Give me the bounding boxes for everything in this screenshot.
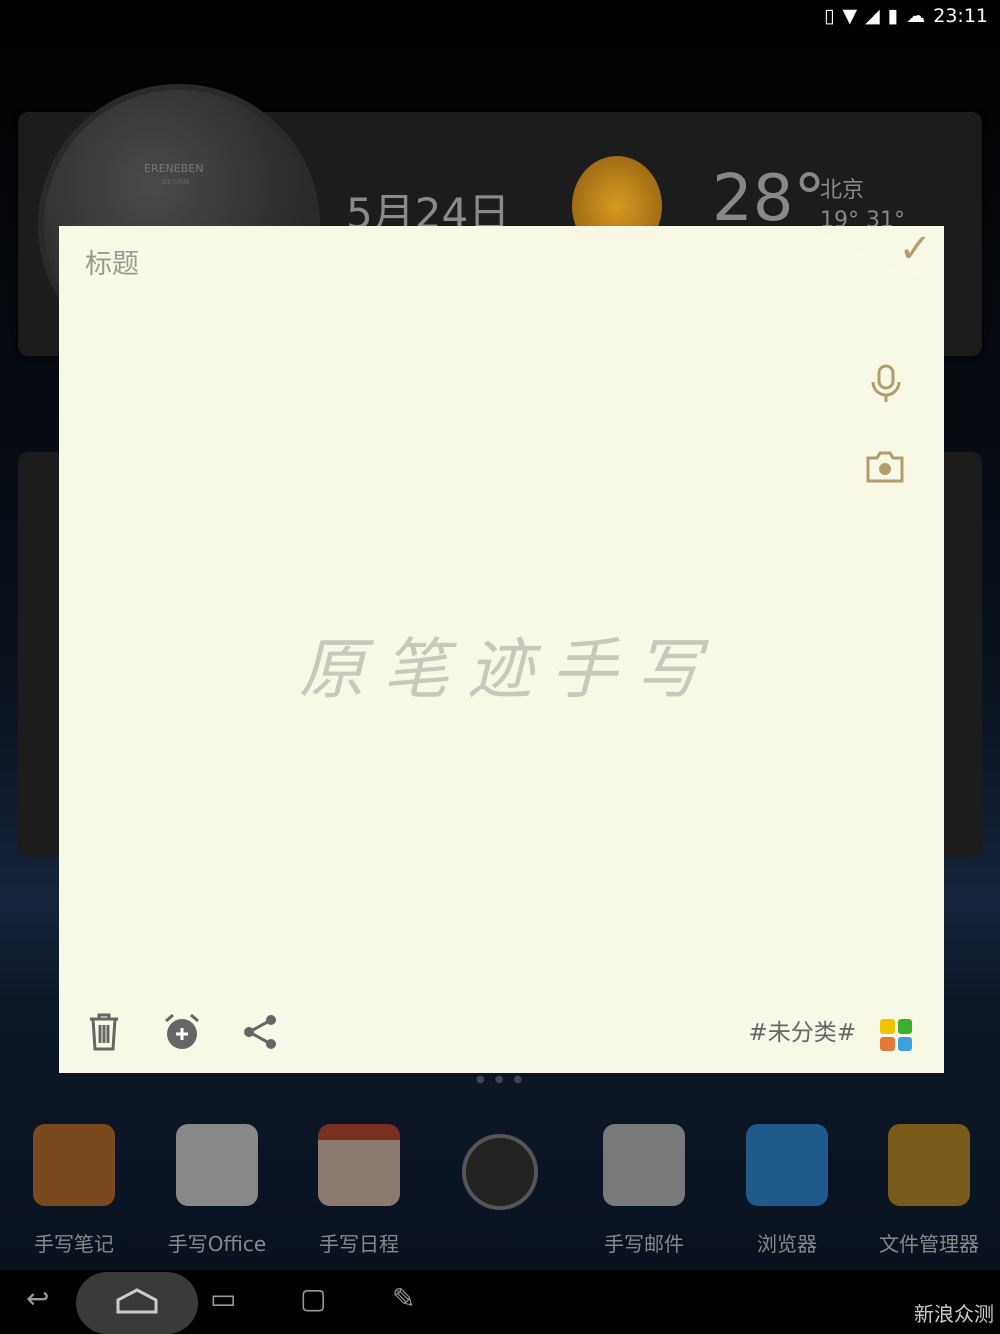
battery-icon: ▮ [887, 5, 899, 27]
quick-note-icon[interactable]: ▢ [300, 1282, 326, 1315]
office-icon [176, 1124, 258, 1206]
app-handwrite-mail[interactable]: 手写邮件 [574, 1124, 714, 1257]
compass-icon [746, 1124, 828, 1206]
title-input[interactable]: 标题 [85, 242, 139, 281]
status-bar: ▯ ▼ ◢ ▮ ☁ 23:11 [0, 0, 1000, 32]
mail-icon [603, 1124, 685, 1206]
screenshot-pen-icon[interactable]: ✎ [392, 1282, 415, 1315]
page-indicator: ●●● [476, 1074, 533, 1085]
notebook-icon [33, 1124, 115, 1206]
color-swatch-green[interactable] [897, 1019, 912, 1034]
trash-icon[interactable] [85, 1013, 123, 1051]
color-swatch-orange[interactable] [880, 1036, 895, 1051]
app-handwrite-notes[interactable]: 手写笔记 [4, 1124, 144, 1257]
vibrate-icon: ▯ [824, 5, 835, 27]
app-drawer-icon [462, 1134, 538, 1210]
color-swatch-blue[interactable] [897, 1036, 912, 1051]
camera-icon[interactable] [866, 450, 904, 488]
folder-icon [888, 1124, 970, 1206]
watermark-logo: 新浪众测 [914, 1302, 994, 1326]
app-drawer-button[interactable] [430, 1124, 570, 1210]
app-file-manager[interactable]: 文件管理器 [859, 1124, 999, 1257]
share-icon[interactable] [241, 1013, 279, 1051]
app-browser[interactable]: 浏览器 [717, 1124, 857, 1257]
clock-brand: ERENEBEN [144, 162, 204, 175]
home-button[interactable] [76, 1272, 198, 1334]
handwriting-canvas[interactable]: 原笔迹手写 [299, 616, 719, 712]
home-icon [116, 1288, 158, 1314]
wifi-icon: ▼ [842, 5, 858, 27]
category-tag[interactable]: #未分类# [748, 1013, 856, 1047]
city-label: 北京 [820, 178, 865, 203]
app-handwrite-office[interactable]: 手写Office [147, 1124, 287, 1257]
app-dock: 手写笔记 手写Office 手写日程 手写邮件 浏览器 文件管理器 [0, 1124, 1000, 1264]
calendar-icon [318, 1124, 400, 1206]
color-swatch-yellow[interactable] [880, 1019, 895, 1034]
color-picker[interactable] [880, 1019, 912, 1051]
recent-apps-icon[interactable]: ▭ [210, 1282, 236, 1315]
back-icon[interactable]: ↩ [26, 1282, 49, 1315]
clock-brand-sub: DESIGN [162, 178, 189, 186]
clock-time: 23:11 [933, 5, 988, 27]
microphone-icon[interactable] [868, 364, 904, 408]
navigation-bar: ↩ ▭ ▢ ✎ 新浪众测 [0, 1270, 1000, 1334]
temperature: 28° [712, 162, 826, 236]
app-handwrite-calendar[interactable]: 手写日程 [289, 1124, 429, 1257]
cloud-icon: ☁ [906, 5, 926, 27]
confirm-check-icon[interactable]: ✓ [898, 226, 932, 272]
quick-note-popup: ✓ 标题 原笔迹手写 #未分类# [59, 226, 944, 1073]
alarm-add-icon[interactable] [163, 1013, 201, 1051]
signal-icon: ◢ [865, 5, 880, 27]
